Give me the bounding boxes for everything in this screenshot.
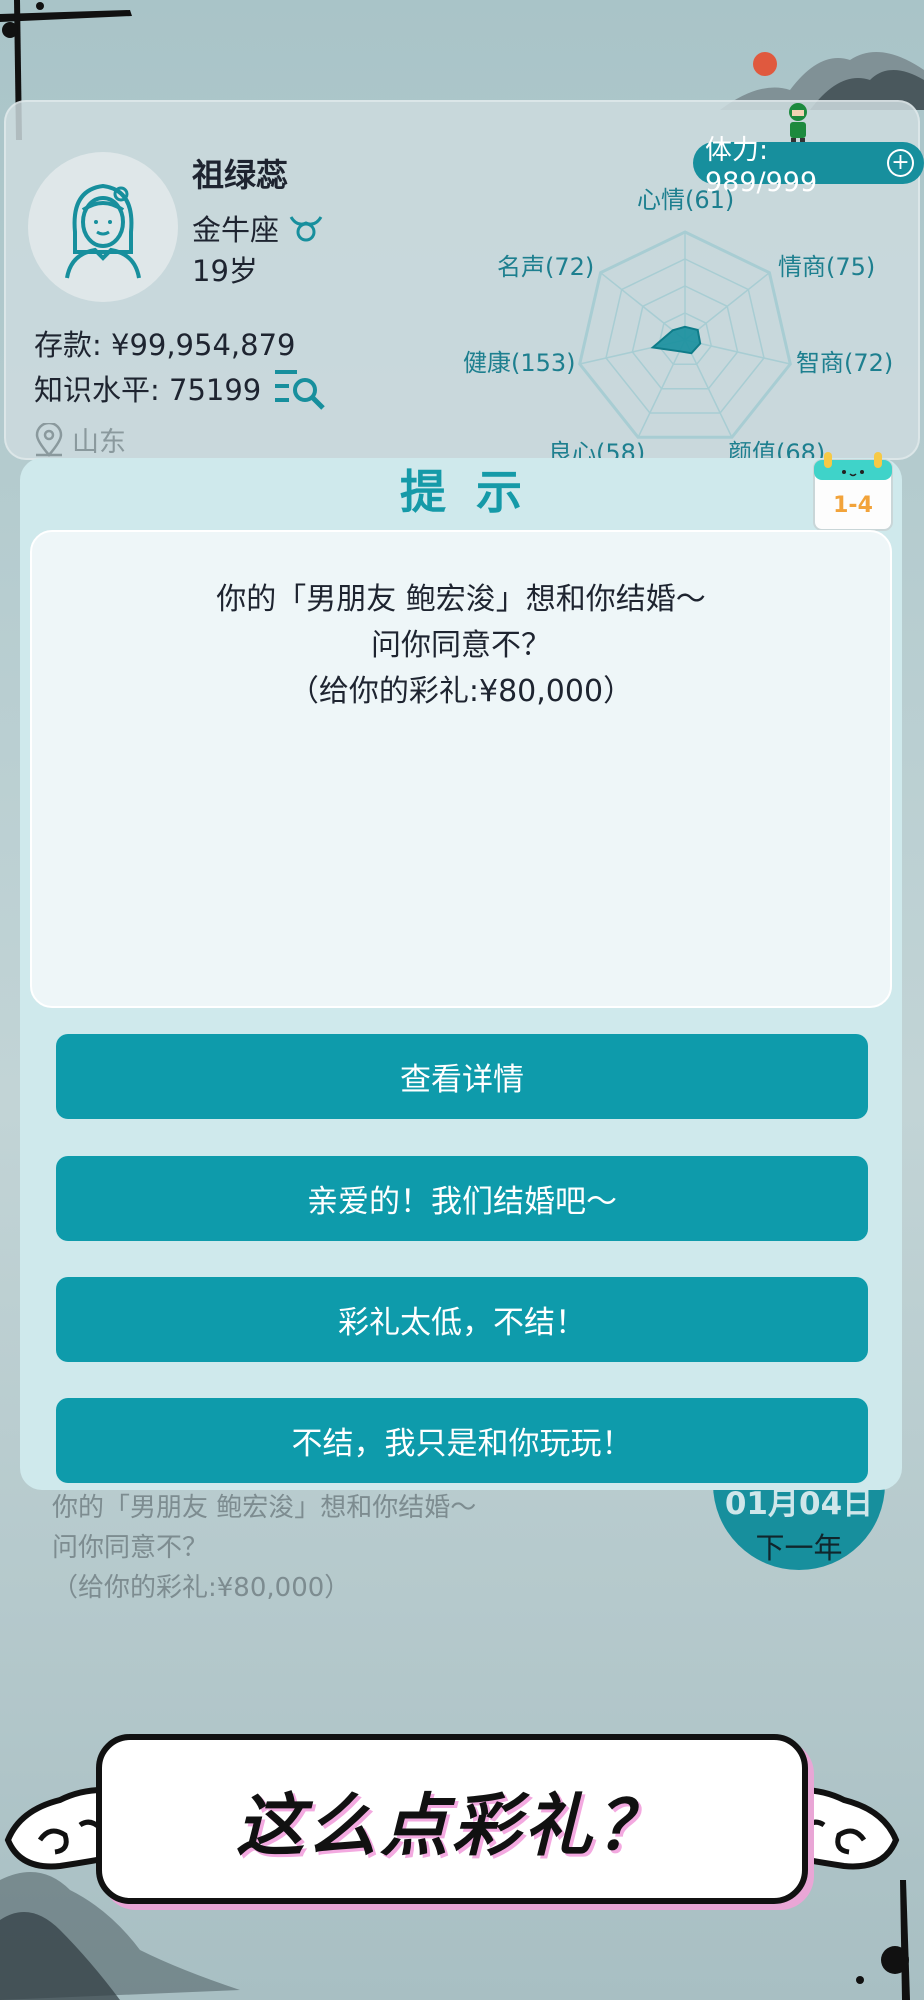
stamina-badge[interactable]: 体力: 989/999 + [693, 135, 924, 198]
location-row: 山东 [34, 420, 126, 459]
avatar[interactable] [28, 152, 178, 302]
calendar-date: 1-4 [833, 493, 873, 518]
knowledge-row: 知识水平: 75199 [34, 366, 327, 410]
stat-health: 健康(153) [463, 349, 576, 377]
reject-just-playing-button[interactable]: 不结，我只是和你玩玩！ [56, 1398, 868, 1483]
zodiac-label: 金牛座 [192, 213, 280, 247]
knowledge-level: 知识水平: 75199 [34, 373, 262, 407]
attribute-radar-chart: 心情(61) 情商(75) 智商(72) 颜值(68) 良心(58) 健康(15… [450, 185, 920, 467]
stat-mood: 心情(61) [637, 186, 735, 214]
location-label: 山东 [72, 427, 126, 458]
location-pin-icon [35, 422, 63, 457]
savings-amount: 存款: ¥99,954,879 [34, 328, 296, 362]
log-line: 你的「男朋友 鲍宏浚」想和你结婚～ [52, 1493, 477, 1523]
stat-iq: 智商(72) [796, 349, 894, 377]
message-line: 问你同意不？ [371, 628, 551, 663]
dialog-title: 提示 [400, 465, 552, 519]
message-line: （给你的彩礼:¥80,000） [288, 674, 634, 709]
log-line: （给你的彩礼:¥80,000） [52, 1573, 351, 1603]
log-line: 问你同意不？ [52, 1533, 209, 1563]
zodiac-row: 金牛座 [192, 207, 323, 249]
taurus-icon [289, 216, 323, 242]
ink-splash-decoration [856, 1880, 910, 2000]
caption-banner-text: 这么点彩礼？ [235, 1786, 668, 1866]
add-stamina-icon[interactable]: + [887, 149, 914, 177]
player-age: 19岁 [192, 254, 258, 288]
player-name: 祖绿蕊 [192, 156, 289, 194]
next-year-label: 下一年 [755, 1531, 843, 1565]
dialog-message: 你的「男朋友 鲍宏浚」想和你结婚～ 问你同意不？ （给你的彩礼:¥80,000） [30, 530, 892, 1008]
stat-fame: 名声(72) [497, 253, 595, 281]
accept-marriage-button[interactable]: 亲爱的！我们结婚吧～ [56, 1156, 868, 1241]
calendar-icon: 1-4 [813, 452, 893, 531]
reject-low-dowry-button[interactable]: 彩礼太低，不结！ [56, 1277, 868, 1362]
message-line: 你的「男朋友 鲍宏浚」想和你结婚～ [216, 582, 706, 617]
view-details-button[interactable]: 查看详情 [56, 1034, 868, 1119]
search-list-icon[interactable] [273, 366, 327, 410]
event-log: 你的「男朋友 鲍宏浚」想和你结婚～ 问你同意不？ （给你的彩礼:¥80,000） [52, 1488, 476, 1608]
girl-avatar-icon [65, 183, 141, 279]
stat-eq: 情商(75) [778, 253, 876, 281]
